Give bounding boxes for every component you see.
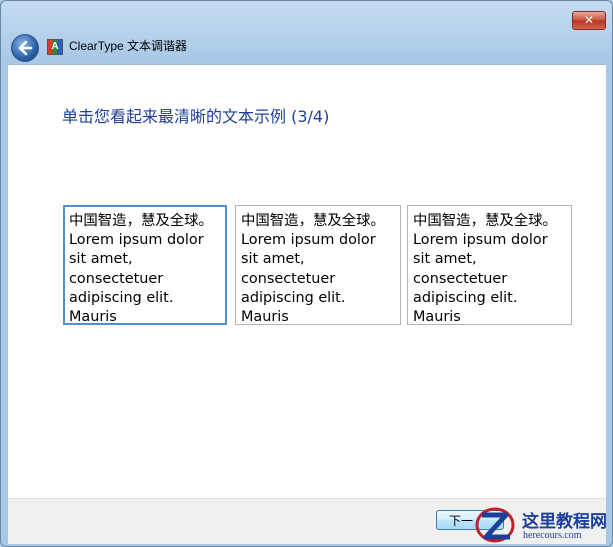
close-button[interactable]: ✕ bbox=[572, 11, 606, 30]
text-sample-3[interactable]: 中国智造，慧及全球。Lorem ipsum dolor sit amet, co… bbox=[407, 205, 572, 325]
back-button[interactable] bbox=[11, 34, 39, 62]
content-area: 单击您看起来最清晰的文本示例 (3/4) 中国智造，慧及全球。Lorem ips… bbox=[8, 64, 606, 499]
text-sample-1[interactable]: 中国智造，慧及全球。Lorem ipsum dolor sit amet, co… bbox=[63, 205, 227, 325]
window-title: ClearType 文本调谐器 bbox=[69, 39, 188, 53]
watermark-name: 这里教程网 bbox=[522, 512, 607, 532]
watermark-logo-icon bbox=[475, 507, 515, 543]
watermark: 这里教程网 herecours.com bbox=[470, 503, 613, 547]
text-sample-2[interactable]: 中国智造，慧及全球。Lorem ipsum dolor sit amet, co… bbox=[235, 205, 401, 325]
page-heading: 单击您看起来最清晰的文本示例 (3/4) bbox=[62, 107, 330, 126]
cleartype-app-icon: A bbox=[47, 39, 63, 55]
back-arrow-icon bbox=[18, 40, 33, 56]
window-frame: ✕ A ClearType 文本调谐器 单击您看起来最清晰的文本示例 (3/4)… bbox=[0, 0, 613, 547]
watermark-url: herecours.com bbox=[523, 530, 582, 541]
